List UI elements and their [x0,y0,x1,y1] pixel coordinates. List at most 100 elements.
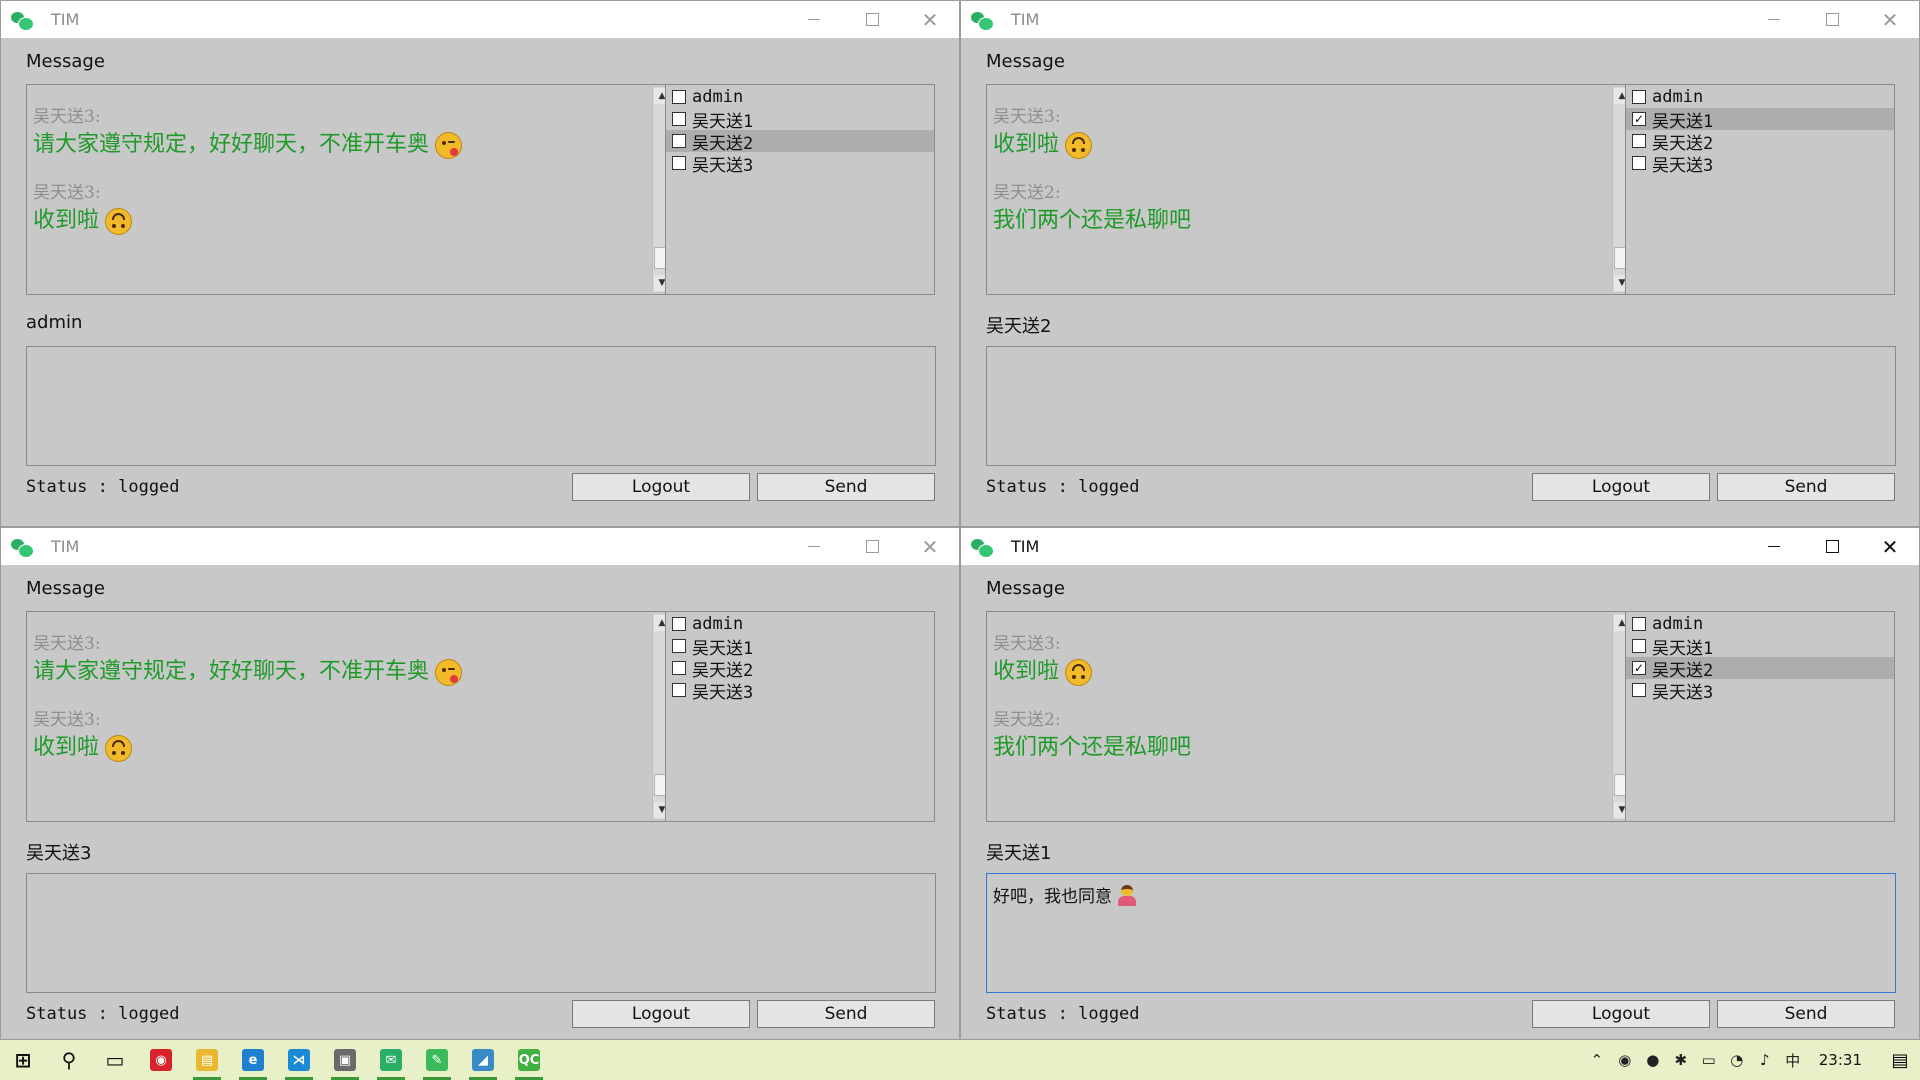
checkbox-icon[interactable] [1632,683,1646,697]
checkbox-icon[interactable] [672,90,686,104]
user-list-item[interactable]: admin [1626,613,1894,635]
message-input[interactable] [26,873,936,993]
clock[interactable]: 23:31 [1819,1051,1862,1069]
task-view-taskbar-button[interactable]: ▭ [92,1040,138,1080]
user-list-item[interactable]: 吴天送1 [666,108,934,132]
user-list-item[interactable]: 吴天送3 [666,152,934,176]
logout-button[interactable]: Logout [572,1000,750,1028]
user-name: 吴天送3 [692,682,754,703]
windows-start-taskbar-button[interactable]: ⊞ [0,1040,46,1080]
user-list-item[interactable]: 吴天送2 [666,130,934,154]
file-explorer-taskbar-button[interactable]: ▤ [184,1040,230,1080]
terminal-app-taskbar-button[interactable]: ▣ [322,1040,368,1080]
search-taskbar-button[interactable]: ⚲ [46,1040,92,1080]
netease-tray-icon[interactable]: ◉ [1611,1040,1639,1080]
message-display[interactable]: 吴天送3: 收到啦 吴天送2: 我们两个还是私聊吧 ▲ ▼ [986,611,1634,822]
checkbox-icon[interactable] [672,134,686,148]
checkbox-icon[interactable] [1632,134,1646,148]
minimize-button[interactable] [785,528,843,565]
minimize-button[interactable] [1745,528,1803,565]
user-list-item[interactable]: 吴天送1 [666,635,934,659]
user-list-item[interactable]: admin [666,86,934,108]
title-bar[interactable]: TIM ✕ [1,528,959,565]
logout-button[interactable]: Logout [1532,473,1710,501]
logout-button[interactable]: Logout [572,473,750,501]
close-button[interactable]: ✕ [901,528,959,565]
user-list[interactable]: admin 吴天送1 吴天送2 吴天送3 [665,611,935,822]
notification-center-icon[interactable]: ▤ [1880,1040,1920,1080]
minimize-button[interactable] [785,1,843,38]
message-body: 请大家遵守规定，好好聊天，不准开车奥 [33,659,430,684]
send-button[interactable]: Send [757,1000,935,1028]
battery-icon[interactable]: ▭ [1695,1040,1723,1080]
user-list-item[interactable]: 吴天送3 [1626,152,1894,176]
message-input[interactable] [986,346,1896,466]
user-list-item[interactable]: 吴天送3 [1626,679,1894,703]
qt-creator-taskbar-button[interactable]: QC [506,1040,552,1080]
user-list[interactable]: admin 吴天送1 吴天送2 吴天送3 [665,84,935,295]
message-display[interactable]: 吴天送3: 收到啦 吴天送2: 我们两个还是私聊吧 ▲ ▼ [986,84,1634,295]
title-bar[interactable]: TIM ✕ [1,1,959,38]
message-input[interactable]: 好吧，我也同意 [986,873,1896,993]
checked-checkbox-icon[interactable]: ✓ [1632,661,1646,675]
message-text: 收到啦 [993,656,1609,688]
emoji-eye [112,750,117,755]
checkbox-icon[interactable] [1632,156,1646,170]
close-button[interactable]: ✕ [1861,528,1919,565]
title-bar[interactable]: TIM ✕ [961,528,1919,565]
message-display[interactable]: 吴天送3: 请大家遵守规定，好好聊天，不准开车奥 吴天送3: 收到啦 ▲ ▼ [26,611,674,822]
show-hidden-icons-chevron-icon[interactable]: ⌃ [1583,1040,1611,1080]
visual-studio-code-taskbar-button[interactable]: ⋊ [276,1040,322,1080]
user-list-item[interactable]: 吴天送1 [1626,635,1894,659]
volume-icon[interactable]: ♪ [1751,1040,1779,1080]
wechat-tray-icon[interactable]: ● [1639,1040,1667,1080]
checkbox-icon[interactable] [672,661,686,675]
user-list-item[interactable]: ✓ 吴天送1 [1626,108,1894,132]
wechat-dev-tools-taskbar-button[interactable]: ✎ [414,1040,460,1080]
user-list-items: admin 吴天送1 ✓ 吴天送2 吴天送3 [1626,613,1894,703]
checkbox-icon[interactable] [672,639,686,653]
checkbox-icon[interactable] [1632,639,1646,653]
checkbox-icon[interactable] [672,617,686,631]
message-input[interactable] [26,346,936,466]
message-display[interactable]: 吴天送3: 请大家遵守规定，好好聊天，不准开车奥 吴天送3: 收到啦 ▲ ▼ [26,84,674,295]
maximize-button[interactable] [1803,1,1861,38]
checkbox-icon[interactable] [672,112,686,126]
title-bar[interactable]: TIM ✕ [961,1,1919,38]
user-list-item[interactable]: admin [1626,86,1894,108]
window-controls: ✕ [1745,528,1919,565]
maximize-button[interactable] [1803,528,1861,565]
network-tool-taskbar-button[interactable]: ◢ [460,1040,506,1080]
checked-checkbox-icon[interactable]: ✓ [1632,112,1646,126]
close-button[interactable]: ✕ [1861,1,1919,38]
edge-browser-taskbar-button[interactable]: e [230,1040,276,1080]
checkbox-icon[interactable] [672,683,686,697]
user-list-item[interactable]: 吴天送3 [666,679,934,703]
maximize-button[interactable] [843,528,901,565]
send-button[interactable]: Send [1717,1000,1895,1028]
user-list[interactable]: admin 吴天送1 ✓ 吴天送2 吴天送3 [1625,611,1895,822]
emoji-eye [1072,674,1077,679]
user-list[interactable]: admin ✓ 吴天送1 吴天送2 吴天送3 [1625,84,1895,295]
netease-music-taskbar-button[interactable]: ◉ [138,1040,184,1080]
logout-button[interactable]: Logout [1532,1000,1710,1028]
checkbox-icon[interactable] [1632,617,1646,631]
close-button[interactable]: ✕ [901,1,959,38]
user-list-item[interactable]: 吴天送2 [666,657,934,681]
send-button[interactable]: Send [757,473,935,501]
checkbox-icon[interactable] [1632,90,1646,104]
maximize-button[interactable] [843,1,901,38]
user-list-item[interactable]: 吴天送2 [1626,130,1894,154]
user-list-item[interactable]: admin [666,613,934,635]
wifi-icon[interactable]: ◔ [1723,1040,1751,1080]
wechat-taskbar-button[interactable]: ✉ [368,1040,414,1080]
checkbox-icon[interactable] [672,156,686,170]
minimize-button[interactable] [1745,1,1803,38]
send-button[interactable]: Send [1717,473,1895,501]
bluetooth-icon[interactable]: ✱ [1667,1040,1695,1080]
ime-indicator[interactable]: 中 [1779,1040,1807,1080]
user-list-item[interactable]: ✓ 吴天送2 [1626,657,1894,681]
message-sender: 吴天送3: [993,107,1061,127]
message-sender: 吴天送3: [33,634,101,654]
message-text: 收到啦 [33,732,649,764]
